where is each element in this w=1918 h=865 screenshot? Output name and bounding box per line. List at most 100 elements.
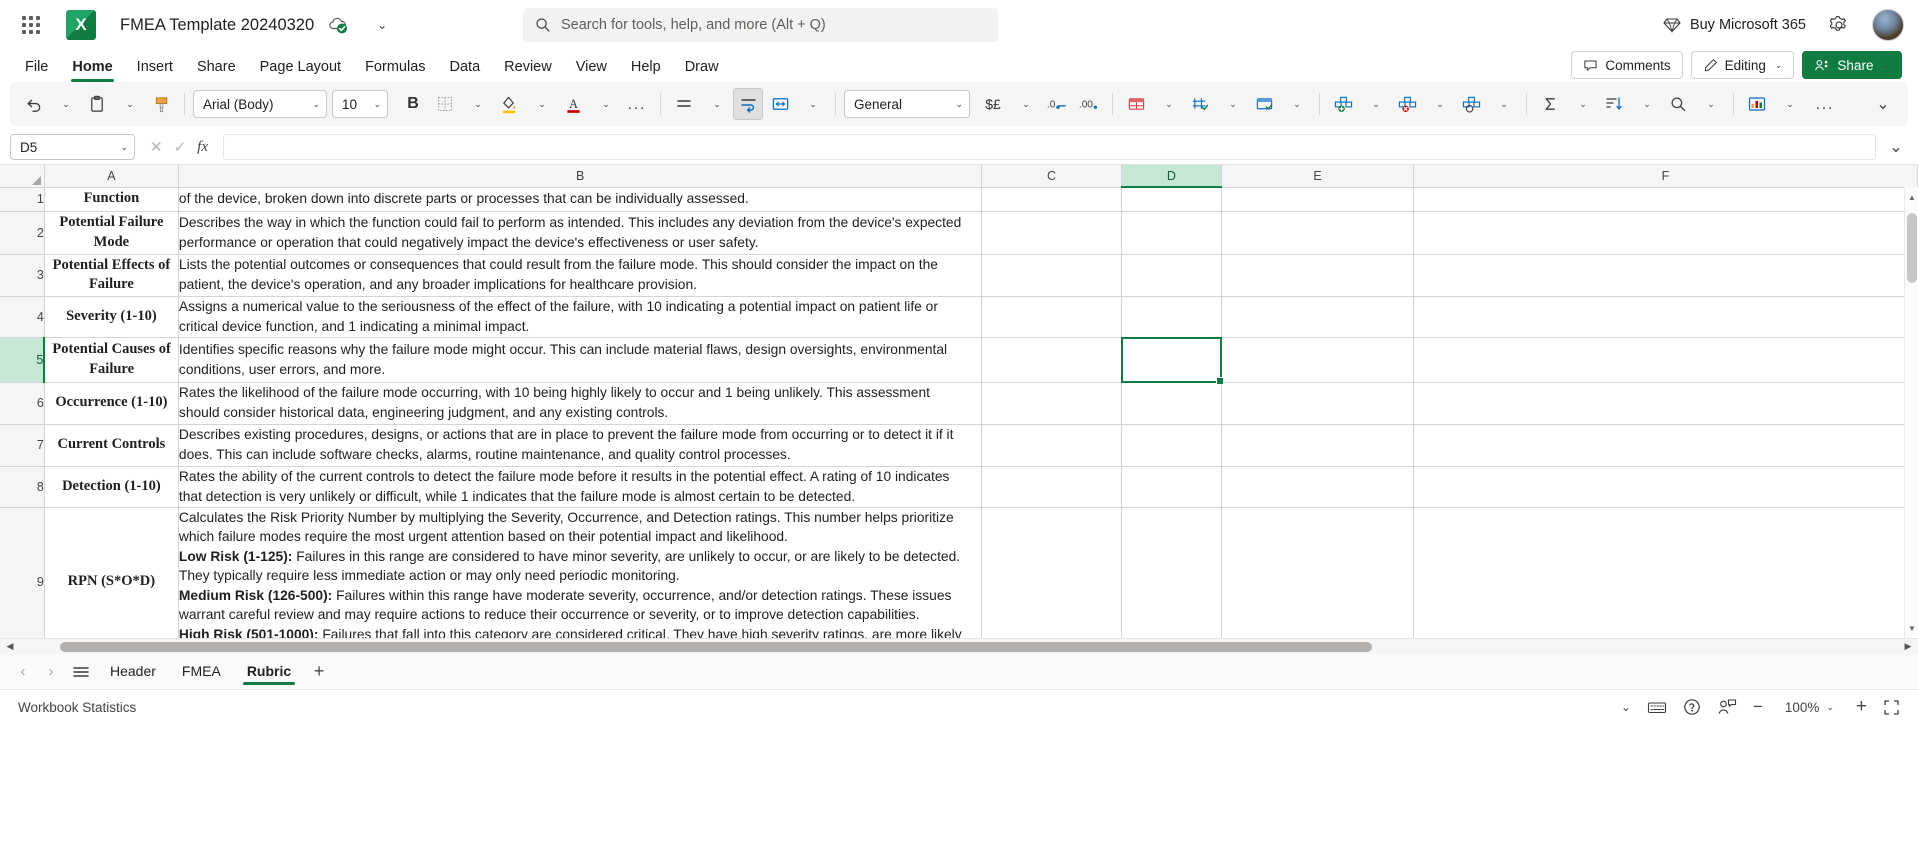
sort-filter-dropdown[interactable]: ⌄: [1631, 88, 1661, 120]
analyze-data-button[interactable]: [1742, 88, 1772, 120]
find-button[interactable]: [1663, 88, 1693, 120]
sort-and-filter-button[interactable]: [1599, 88, 1629, 120]
row-header-2[interactable]: 2: [0, 211, 45, 255]
zoom-out-button[interactable]: −: [1753, 697, 1763, 717]
vertical-scrollbar-thumb[interactable]: [1907, 213, 1917, 283]
sheet-tab-fmea[interactable]: FMEA: [170, 659, 233, 685]
fill-color-button[interactable]: [494, 88, 524, 120]
row-header-5[interactable]: 5: [0, 337, 46, 383]
fullscreen-icon[interactable]: [1883, 699, 1900, 716]
cell-e9[interactable]: [1221, 507, 1414, 638]
saved-to-cloud-icon[interactable]: [327, 14, 349, 36]
sheet-tab-rubric[interactable]: Rubric: [235, 659, 303, 685]
vertical-scrollbar[interactable]: ▲ ▼: [1904, 187, 1918, 638]
all-sheets-menu-icon[interactable]: [66, 659, 96, 685]
tab-data[interactable]: Data: [439, 55, 492, 82]
cell-b4[interactable]: Assigns a numerical value to the serious…: [178, 296, 983, 338]
status-chevron-icon[interactable]: ⌄: [1621, 700, 1631, 714]
cell-d8[interactable]: [1121, 466, 1223, 508]
cell-b1[interactable]: of the device, broken down into discrete…: [178, 187, 983, 212]
paste-button[interactable]: [82, 88, 112, 120]
sheet-tab-header[interactable]: Header: [98, 659, 168, 685]
wrap-text-button[interactable]: [733, 88, 763, 120]
column-header-d[interactable]: D: [1121, 165, 1223, 188]
cell-d4[interactable]: [1121, 296, 1223, 338]
font-color-dropdown[interactable]: ⌄: [590, 88, 620, 120]
cell-f4[interactable]: [1413, 296, 1918, 338]
cell-a7[interactable]: Current Controls: [44, 424, 179, 467]
horizontal-scrollbar[interactable]: ◀ ▶: [0, 638, 1918, 654]
cell-d1[interactable]: [1121, 187, 1223, 212]
conditional-formatting-dropdown[interactable]: ⌄: [1153, 88, 1183, 120]
cell-d9[interactable]: [1121, 507, 1223, 638]
previous-sheet-button[interactable]: ‹: [10, 659, 36, 685]
format-cells-button[interactable]: [1456, 88, 1486, 120]
insert-function-icon[interactable]: fx: [197, 139, 208, 156]
cell-e5[interactable]: [1221, 337, 1414, 383]
column-header-e[interactable]: E: [1221, 165, 1414, 188]
delete-cells-dropdown[interactable]: ⌄: [1424, 88, 1454, 120]
cell-c5[interactable]: [981, 337, 1122, 383]
cell-e8[interactable]: [1221, 466, 1414, 508]
column-header-f[interactable]: F: [1413, 165, 1918, 188]
gear-icon[interactable]: [1824, 10, 1854, 40]
cell-b5[interactable]: Identifies specific reasons why the fail…: [178, 337, 983, 383]
row-header-4[interactable]: 4: [0, 296, 45, 338]
buy-microsoft-365-button[interactable]: Buy Microsoft 365: [1663, 17, 1806, 33]
cell-c7[interactable]: [981, 424, 1122, 467]
document-title[interactable]: FMEA Template 20240320: [120, 16, 314, 35]
tab-review[interactable]: Review: [493, 55, 563, 82]
search-input[interactable]: Search for tools, help, and more (Alt + …: [523, 8, 998, 42]
font-size-select[interactable]: 10 ⌄: [332, 90, 388, 118]
currency-format-button[interactable]: $£: [978, 88, 1008, 120]
cell-b9[interactable]: Calculates the Risk Priority Number by m…: [178, 507, 983, 638]
font-name-select[interactable]: Arial (Body) ⌄: [193, 90, 327, 118]
next-sheet-button[interactable]: ›: [38, 659, 64, 685]
paste-dropdown[interactable]: ⌄: [114, 88, 144, 120]
alignment-dropdown[interactable]: ⌄: [701, 88, 731, 120]
cell-f7[interactable]: [1413, 424, 1918, 467]
conditional-formatting-button[interactable]: [1121, 88, 1151, 120]
row-header-8[interactable]: 8: [0, 466, 45, 508]
decrease-decimal-button[interactable]: .0: [1042, 88, 1072, 120]
tab-file[interactable]: File: [14, 55, 59, 82]
cell-c8[interactable]: [981, 466, 1122, 508]
tab-insert[interactable]: Insert: [126, 55, 184, 82]
avatar[interactable]: [1872, 9, 1904, 41]
undo-button[interactable]: [18, 88, 48, 120]
cell-e6[interactable]: [1221, 382, 1414, 425]
font-color-button[interactable]: A: [558, 88, 588, 120]
cell-c1[interactable]: [981, 187, 1122, 212]
more-ribbon-commands-button[interactable]: ...: [1810, 88, 1840, 120]
tab-draw[interactable]: Draw: [674, 55, 730, 82]
expand-formula-bar-button[interactable]: ⌄: [1884, 137, 1908, 157]
comments-button[interactable]: Comments: [1571, 51, 1683, 79]
cell-c3[interactable]: [981, 254, 1122, 297]
cell-a4[interactable]: Severity (1-10): [44, 296, 179, 338]
merge-cells-button[interactable]: [765, 88, 795, 120]
fill-color-dropdown[interactable]: ⌄: [526, 88, 556, 120]
cell-e7[interactable]: [1221, 424, 1414, 467]
cell-f8[interactable]: [1413, 466, 1918, 508]
help-icon[interactable]: [1683, 698, 1701, 716]
cell-f1[interactable]: [1413, 187, 1918, 212]
scroll-down-arrow-icon[interactable]: ▼: [1905, 620, 1918, 636]
cell-styles-dropdown[interactable]: ⌄: [1281, 88, 1311, 120]
name-box[interactable]: D5 ⌄: [10, 134, 135, 160]
tab-page-layout[interactable]: Page Layout: [249, 55, 352, 82]
borders-dropdown[interactable]: ⌄: [462, 88, 492, 120]
cell-f9[interactable]: [1413, 507, 1918, 638]
editing-mode-button[interactable]: Editing ⌄: [1690, 51, 1795, 79]
row-header-9[interactable]: 9: [0, 507, 45, 638]
more-font-options-button[interactable]: ...: [622, 88, 652, 120]
number-format-select[interactable]: General ⌄: [844, 90, 970, 118]
cancel-edit-icon[interactable]: ✕: [150, 138, 163, 156]
cell-a1[interactable]: Function: [44, 187, 179, 212]
cell-c2[interactable]: [981, 211, 1122, 255]
cell-b8[interactable]: Rates the ability of the current control…: [178, 466, 983, 508]
cell-b3[interactable]: Lists the potential outcomes or conseque…: [178, 254, 983, 297]
currency-dropdown[interactable]: ⌄: [1010, 88, 1040, 120]
scroll-left-arrow-icon[interactable]: ◀: [2, 641, 18, 652]
collapse-ribbon-button[interactable]: ⌄: [1870, 89, 1896, 119]
bold-button[interactable]: B: [398, 88, 428, 120]
